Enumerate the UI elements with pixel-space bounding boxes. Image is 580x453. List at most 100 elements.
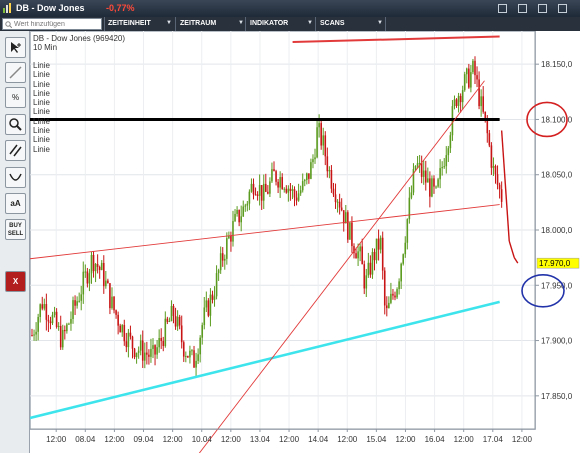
menu-scans[interactable]: SCANS	[320, 20, 345, 27]
parallel-lines-tool-button[interactable]	[5, 140, 26, 161]
candle-body	[129, 332, 132, 337]
close-icon[interactable]	[558, 4, 567, 13]
cursor-icon	[11, 42, 21, 53]
candle-body	[195, 360, 197, 368]
candle-body	[123, 325, 126, 342]
line-tool-button[interactable]	[5, 62, 26, 83]
last-price-label: 17.970,0	[539, 259, 571, 268]
candle-body	[394, 295, 396, 298]
candle-body	[355, 253, 357, 259]
delete-tool-button[interactable]: X	[5, 271, 26, 292]
candle-body	[383, 270, 386, 306]
candle-body	[369, 262, 372, 275]
x-tick-label: 12:00	[337, 435, 358, 444]
candle-body	[410, 192, 413, 198]
link-icon[interactable]	[498, 4, 507, 13]
candle-body	[320, 123, 322, 146]
candle-body	[283, 188, 286, 190]
candle-body	[113, 296, 115, 311]
chevron-down-icon[interactable]: ▼	[238, 20, 244, 26]
study-legend-item[interactable]: Linie	[33, 135, 50, 144]
candle-body	[289, 188, 292, 191]
candle-body	[285, 188, 288, 193]
buy-sell-button[interactable]: BUY SELL	[5, 219, 26, 240]
candle-body	[295, 197, 298, 201]
study-legend-item[interactable]: Linie	[33, 80, 50, 89]
candle-body	[59, 325, 62, 348]
study-legend-item[interactable]: Linie	[33, 89, 50, 98]
candle-body	[209, 294, 212, 316]
candle-body	[314, 157, 316, 160]
candle-body	[349, 222, 351, 240]
candle-body	[107, 280, 109, 284]
candle-body	[367, 262, 370, 276]
candle-body	[33, 334, 35, 336]
chevron-down-icon[interactable]: ▼	[377, 20, 383, 26]
candle-body	[57, 325, 60, 327]
zoom-tool-button[interactable]	[5, 114, 26, 135]
minimize-icon[interactable]	[518, 4, 527, 13]
price-chart[interactable]: 18.150,0 18.100,0 18.050,0 18.000,0 17.950,0…	[30, 31, 580, 453]
menu-zeiteinheit[interactable]: ZEITEINHEIT	[108, 20, 151, 27]
chevron-down-icon[interactable]: ▼	[166, 20, 172, 26]
chevron-down-icon[interactable]: ▼	[307, 20, 313, 26]
study-legend-item[interactable]: Linie	[33, 98, 50, 107]
x-tick-label: 12:00	[454, 435, 475, 444]
candle-body	[400, 263, 402, 282]
candle-body	[70, 318, 72, 324]
candle-body	[404, 242, 407, 255]
candle-body	[431, 178, 433, 197]
candle-body	[131, 336, 134, 349]
study-legend-item[interactable]: Linie	[33, 145, 50, 154]
cursor-tool-button[interactable]	[5, 37, 26, 58]
candle-body	[49, 321, 52, 324]
percent-tool-button[interactable]: %	[5, 87, 26, 108]
candle-body	[178, 316, 181, 326]
candle-body	[297, 193, 300, 201]
candle-body	[402, 254, 405, 264]
candle-body	[174, 315, 177, 327]
search-input[interactable]	[14, 20, 100, 29]
candle-body	[236, 209, 238, 214]
candle-body	[422, 170, 425, 177]
candle-body	[51, 314, 54, 324]
candle-body	[146, 352, 148, 355]
candle-body	[80, 294, 83, 301]
candle-body	[35, 331, 37, 335]
search-box[interactable]	[2, 18, 102, 30]
x-tick-label: 08.04	[75, 435, 96, 444]
candle-body	[154, 345, 156, 355]
candle-body	[492, 165, 495, 168]
study-legend-item[interactable]: Linie	[33, 126, 50, 135]
candle-body	[68, 323, 70, 325]
price-change: -0,77%	[106, 3, 135, 13]
y-tick-label: 17.950,0	[541, 281, 573, 290]
candle-body	[185, 355, 187, 357]
candle-body	[256, 194, 259, 196]
study-legend-item[interactable]: Linie	[33, 61, 50, 70]
x-tick-label: 13.04	[250, 435, 271, 444]
maximize-icon[interactable]	[538, 4, 547, 13]
menu-indikator[interactable]: INDIKATOR	[250, 20, 288, 27]
study-legend-item[interactable]: Linie	[33, 70, 50, 79]
candle-body	[449, 135, 452, 149]
candle-body	[303, 180, 306, 182]
candle-body	[328, 170, 331, 172]
candle-body	[96, 263, 99, 267]
x-tick-label: 15.04	[366, 435, 387, 444]
candle-body	[287, 188, 290, 193]
candle-body	[342, 210, 345, 224]
arc-icon	[9, 173, 22, 181]
study-legend-item[interactable]: Linie	[33, 117, 50, 126]
line-tool-icon	[9, 66, 22, 79]
candle-body	[127, 332, 130, 348]
x-tick-label: 12:00	[279, 435, 300, 444]
candle-body	[217, 270, 220, 274]
chart-grid	[30, 31, 536, 430]
toolbar-divider	[385, 17, 386, 31]
text-tool-button[interactable]: aA	[5, 193, 26, 214]
study-legend-item[interactable]: Linie	[33, 107, 50, 116]
menu-zeitraum[interactable]: ZEITRAUM	[180, 20, 216, 27]
arc-tool-button[interactable]	[5, 167, 26, 188]
y-tick-label: 17.850,0	[541, 392, 573, 401]
